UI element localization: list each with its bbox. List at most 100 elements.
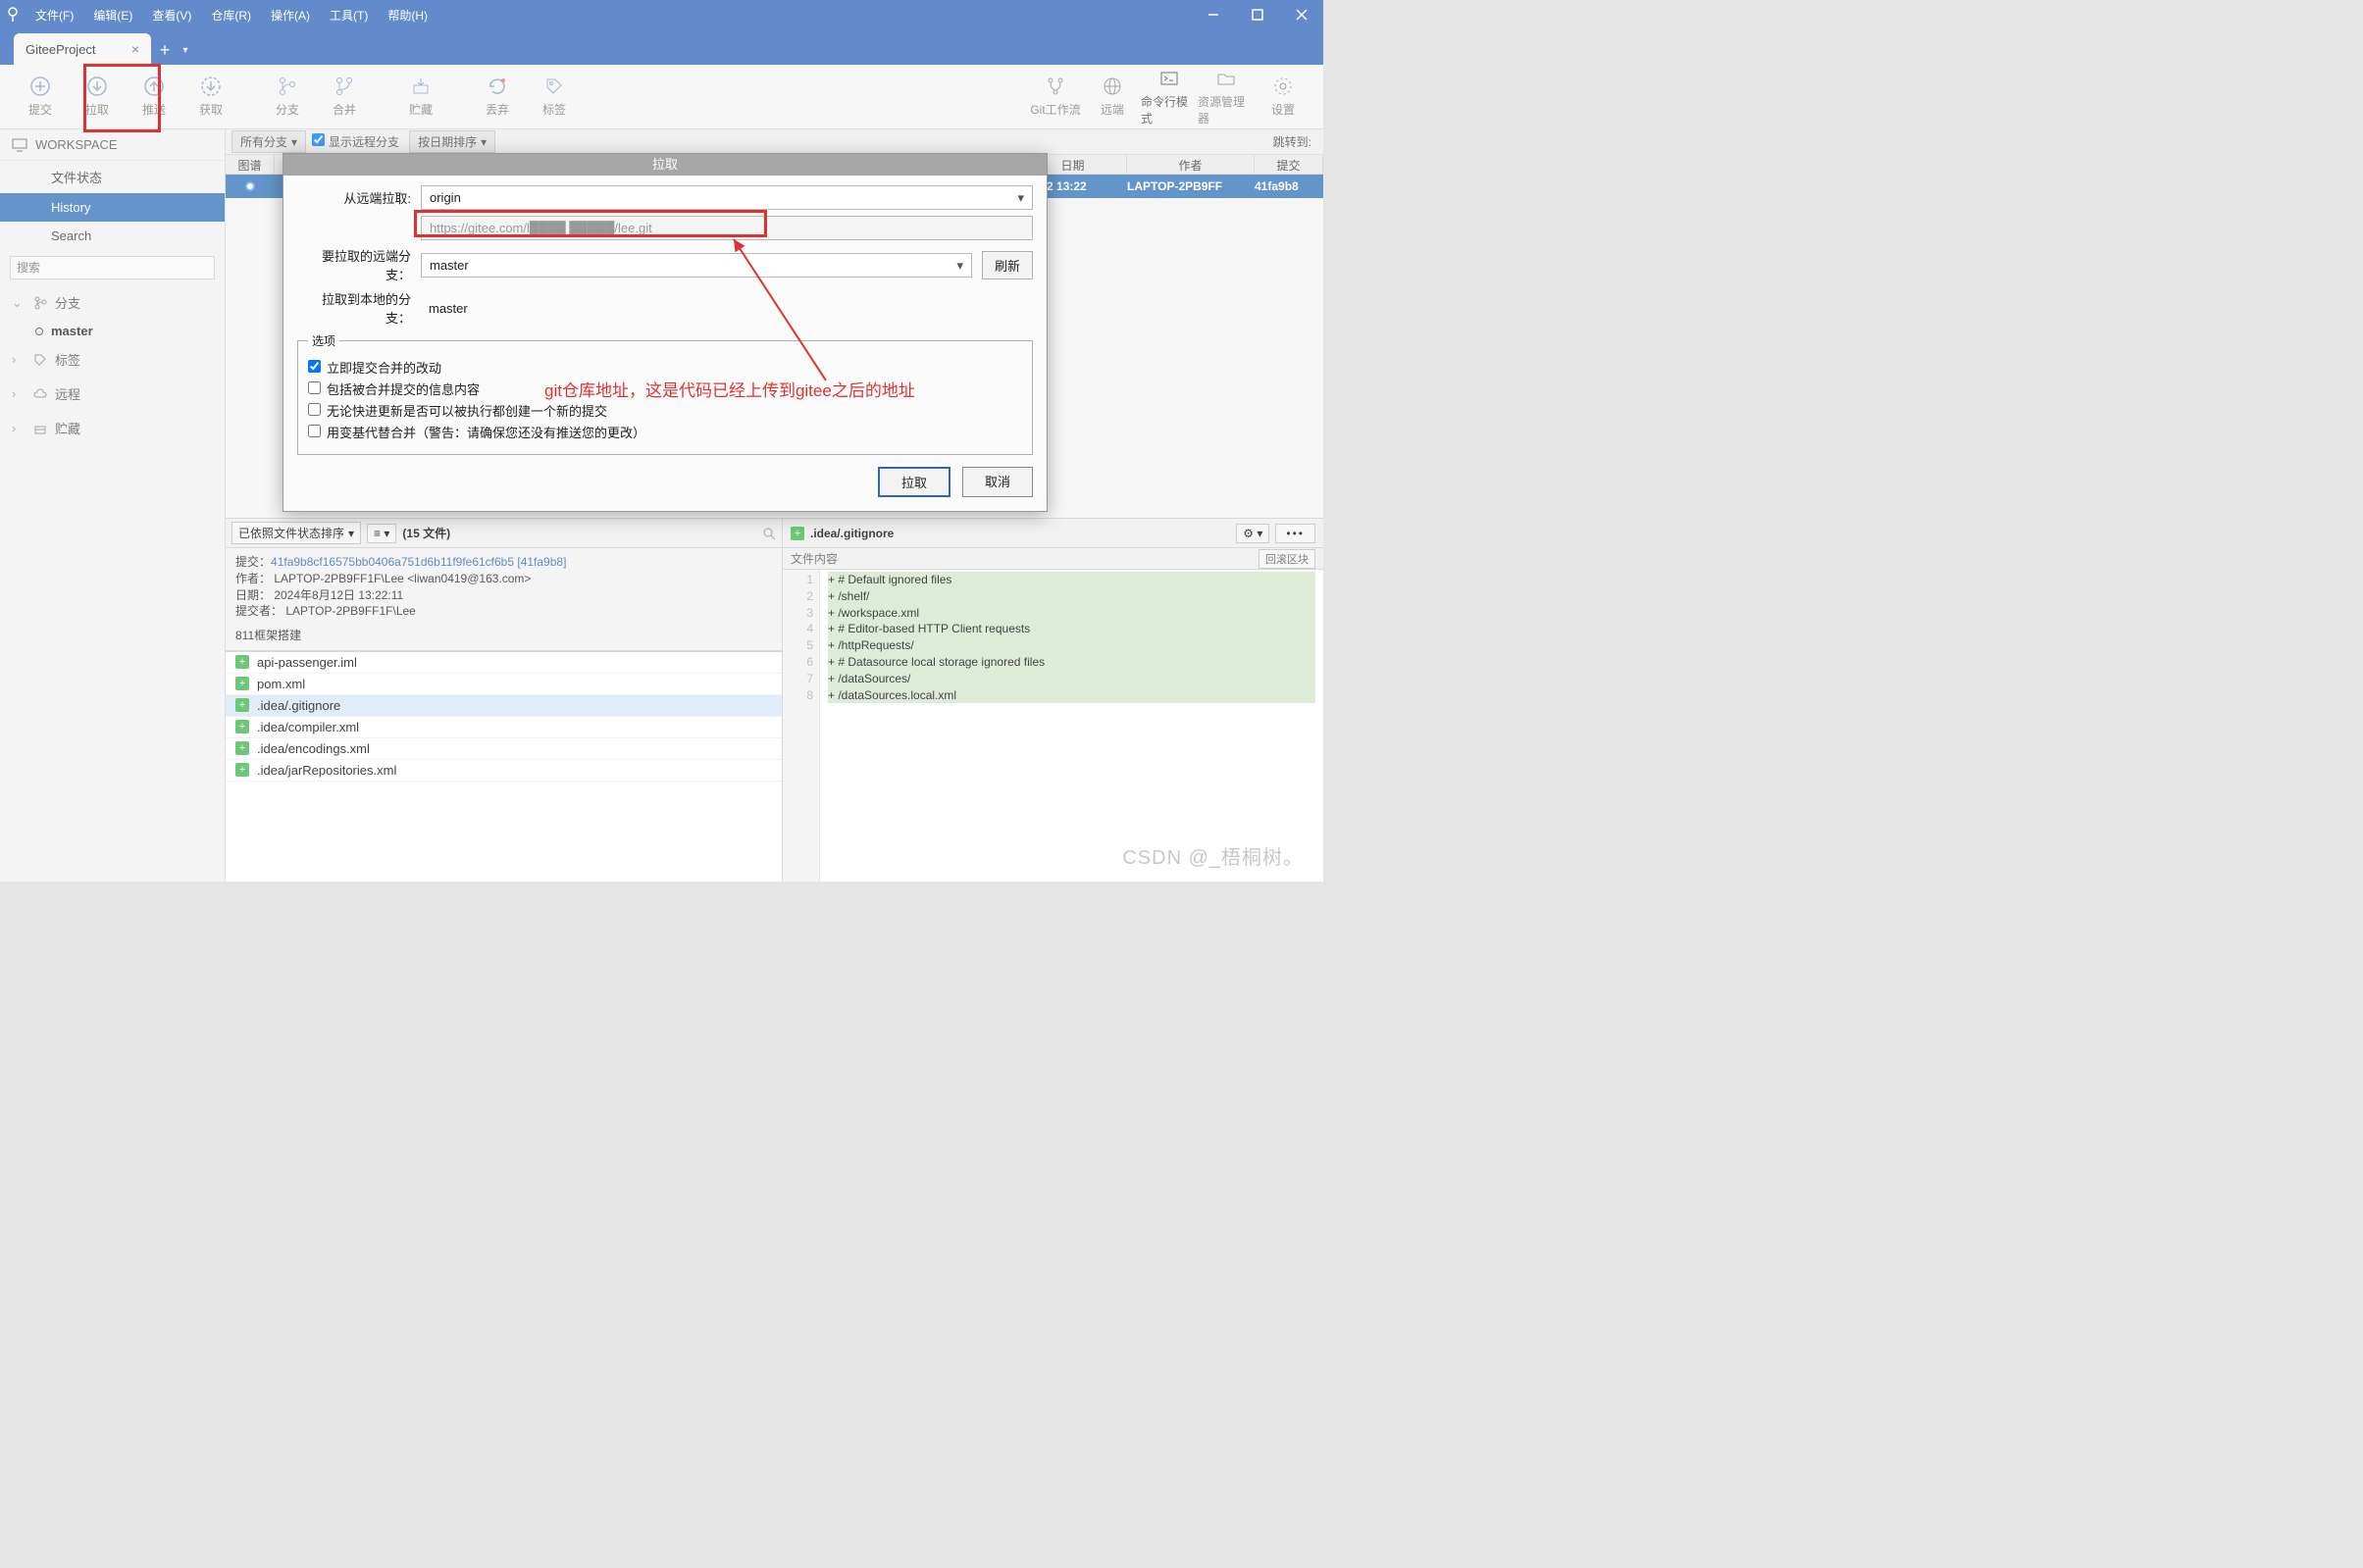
revert-hunk-button[interactable]: 回滚区块 (1259, 549, 1315, 569)
file-row[interactable]: +.idea/encodings.xml (226, 738, 782, 760)
commit-node-icon (245, 181, 255, 191)
commit-meta: 提交：41fa9b8cf16575bb0406a751d6b11f9fe61cf… (226, 548, 782, 651)
push-button[interactable]: 推送 (126, 68, 182, 126)
toolbar: 提交 拉取 推送 获取 分支 合并 贮藏 丢弃 标签 Git工作流 (0, 65, 1323, 129)
tag-icon (543, 76, 565, 97)
sidebar-group-stash[interactable]: › 贮藏 (0, 411, 225, 445)
tag-icon (33, 353, 47, 367)
commit-button[interactable]: 提交 (12, 68, 69, 126)
file-count-label: (15 文件) (402, 525, 450, 541)
gitflow-icon (1045, 76, 1066, 97)
opt-rebase[interactable]: 用变基代替合并（警告：请确保您还没有推送您的更改） (308, 423, 1022, 441)
watermark: CSDN @_梧桐树。 (1122, 841, 1304, 870)
remote-url-field: https://gitee.com/l████ █████/lee.git (421, 216, 1033, 240)
settings-button[interactable]: 设置 (1255, 68, 1311, 126)
sort-select[interactable]: 按日期排序▾ (409, 130, 495, 153)
branch-icon (277, 76, 298, 97)
show-remote-checkbox[interactable]: 显示远程分支 (312, 133, 399, 150)
sidebar-group-branches[interactable]: ⌄ 分支 (0, 285, 225, 320)
menu-edit[interactable]: 编辑(E) (83, 1, 142, 29)
gitflow-button[interactable]: Git工作流 (1027, 68, 1084, 126)
sidebar-item-search[interactable]: Search (0, 222, 225, 250)
refresh-button[interactable]: 刷新 (982, 251, 1033, 279)
tab-bar: GiteeProject × + ▾ (0, 29, 1323, 65)
explorer-button[interactable]: 资源管理器 (1198, 68, 1255, 126)
new-tab-button[interactable]: + (151, 35, 179, 65)
tag-button[interactable]: 标签 (526, 68, 583, 126)
added-file-icon: + (235, 698, 249, 712)
pull-button[interactable]: 拉取 (69, 68, 126, 126)
minimize-button[interactable] (1191, 0, 1235, 29)
from-remote-label: 从远端拉取: (297, 188, 411, 207)
added-file-icon: + (791, 527, 804, 540)
opt-create-commit[interactable]: 无论快进更新是否可以被执行都创建一个新的提交 (308, 401, 1022, 420)
opt-commit-merge[interactable]: 立即提交合并的改动 (308, 358, 1022, 377)
pull-confirm-button[interactable]: 拉取 (878, 467, 950, 497)
file-row[interactable]: +.idea/compiler.xml (226, 717, 782, 738)
terminal-icon (1158, 68, 1180, 89)
diff-line-numbers: 12345678 (783, 570, 820, 882)
menubar: 文件(F) 编辑(E) 查看(V) 仓库(R) 操作(A) 工具(T) 帮助(H… (26, 1, 437, 29)
close-icon[interactable]: × (128, 41, 143, 57)
added-file-icon: + (235, 763, 249, 777)
repo-tab[interactable]: GiteeProject × (14, 33, 151, 65)
view-mode-button[interactable]: ≡ ▾ (367, 524, 396, 543)
branch-filter-select[interactable]: 所有分支▾ (231, 130, 306, 153)
cancel-button[interactable]: 取消 (962, 467, 1033, 497)
pull-icon (86, 76, 108, 97)
remote-branch-select[interactable]: master (421, 253, 972, 278)
added-file-icon: + (235, 655, 249, 669)
tab-menu-chevron-icon[interactable]: ▾ (179, 35, 192, 65)
stash-button[interactable]: 贮藏 (392, 68, 449, 126)
details-area: 已依照文件状态排序▾ ≡ ▾ (15 文件) 提交：41fa9b8cf16575… (226, 518, 1323, 882)
local-branch-label: 拉取到本地的分支： (297, 289, 411, 327)
discard-button[interactable]: 丢弃 (469, 68, 526, 126)
from-remote-select[interactable]: origin (421, 185, 1033, 210)
app-logo-icon (0, 0, 26, 29)
menu-tools[interactable]: 工具(T) (320, 1, 378, 29)
added-file-icon: + (235, 720, 249, 733)
diff-settings-button[interactable]: ⚙ ▾ (1236, 524, 1269, 543)
branch-button[interactable]: 分支 (259, 68, 316, 126)
diff-subheader: 文件内容 (791, 550, 838, 567)
file-row[interactable]: +.idea/.gitignore (226, 695, 782, 717)
file-row[interactable]: +pom.xml (226, 674, 782, 695)
dialog-title: 拉取 (283, 154, 1047, 176)
merge-icon (334, 76, 355, 97)
menu-file[interactable]: 文件(F) (26, 1, 83, 29)
commit-details-pane: 已依照文件状态排序▾ ≡ ▾ (15 文件) 提交：41fa9b8cf16575… (226, 519, 783, 882)
diff-more-button[interactable]: ••• (1275, 524, 1315, 543)
box-icon (33, 422, 47, 435)
menu-repo[interactable]: 仓库(R) (201, 1, 261, 29)
maximize-button[interactable] (1235, 0, 1279, 29)
added-file-icon: + (235, 677, 249, 690)
titlebar: 文件(F) 编辑(E) 查看(V) 仓库(R) 操作(A) 工具(T) 帮助(H… (0, 0, 1323, 29)
workspace-header[interactable]: WORKSPACE (0, 129, 225, 161)
sidebar-group-remote[interactable]: › 远程 (0, 377, 225, 411)
menu-action[interactable]: 操作(A) (261, 1, 320, 29)
sidebar-search-input[interactable] (10, 256, 215, 279)
menu-view[interactable]: 查看(V) (142, 1, 201, 29)
sort-by-status-select[interactable]: 已依照文件状态排序▾ (231, 522, 361, 544)
globe-icon (1102, 76, 1123, 97)
sidebar-branch-master[interactable]: master (0, 320, 225, 342)
fetch-button[interactable]: 获取 (182, 68, 239, 126)
search-icon[interactable] (762, 527, 776, 540)
merge-button[interactable]: 合并 (316, 68, 373, 126)
cloud-icon (33, 387, 47, 401)
file-row[interactable]: +api-passenger.iml (226, 652, 782, 674)
monitor-icon (12, 138, 27, 152)
sidebar-item-history[interactable]: History (0, 193, 225, 222)
repo-tab-label: GiteeProject (26, 42, 96, 57)
close-button[interactable] (1279, 0, 1323, 29)
diff-pane: + .idea/.gitignore ⚙ ▾ ••• 文件内容 回滚区块 123… (783, 519, 1323, 882)
jump-to-label: 跳转到: (1273, 133, 1317, 150)
file-row[interactable]: +.idea/jarRepositories.xml (226, 760, 782, 782)
changed-files-list: +api-passenger.iml+pom.xml+.idea/.gitign… (226, 651, 782, 882)
discard-icon (487, 76, 508, 97)
terminal-button[interactable]: 命令行模式 (1141, 68, 1198, 126)
menu-help[interactable]: 帮助(H) (378, 1, 437, 29)
sidebar-item-file-status[interactable]: 文件状态 (0, 161, 225, 193)
sidebar-group-tags[interactable]: › 标签 (0, 342, 225, 377)
remote-button[interactable]: 远端 (1084, 68, 1141, 126)
